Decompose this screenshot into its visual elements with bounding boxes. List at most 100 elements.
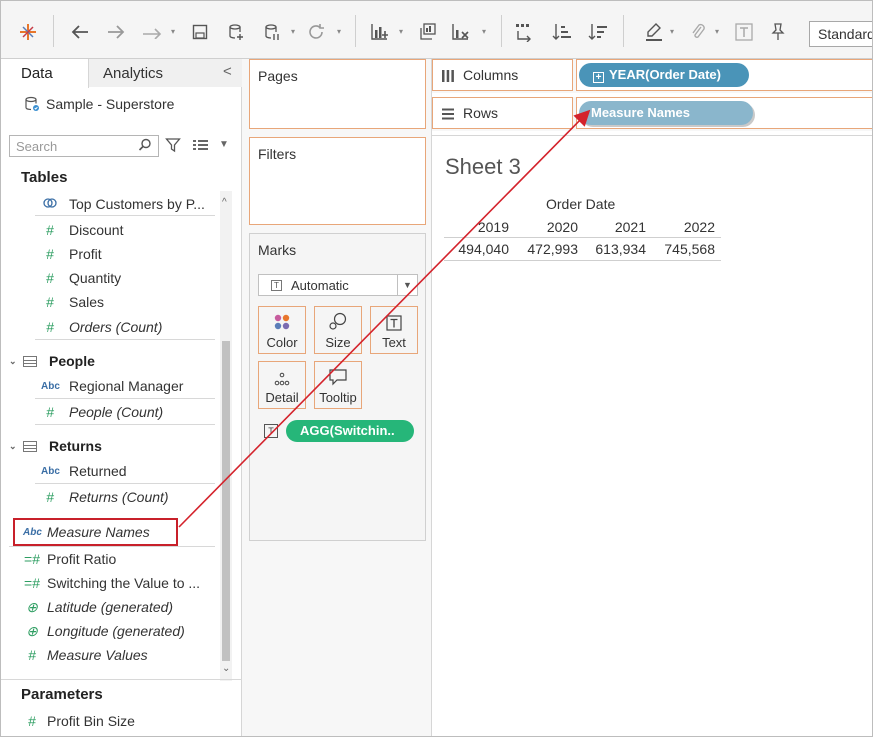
field-quantity[interactable]: # Quantity <box>41 267 121 289</box>
field-regional-manager[interactable]: Abc Regional Manager <box>41 375 183 397</box>
pause-caret-icon[interactable]: ▾ <box>291 27 295 36</box>
field-switching-value[interactable]: =# Switching the Value to ... <box>23 572 200 594</box>
redo-caret-icon[interactable]: ▾ <box>171 27 175 36</box>
chevron-down-icon[interactable]: ⌄ <box>9 356 23 367</box>
globe-icon: ⊕ <box>26 622 38 639</box>
new-datasource-icon[interactable] <box>223 19 249 45</box>
field-longitude[interactable]: ⊕ Longitude (generated) <box>23 620 185 642</box>
field-orders-count[interactable]: # Orders (Count) <box>41 316 162 338</box>
back-icon[interactable] <box>67 19 93 45</box>
measure-icon: # <box>46 270 54 286</box>
collapse-pane-button[interactable]: < <box>223 63 232 80</box>
color-icon <box>259 307 305 331</box>
agg-switching-pill[interactable]: AGG(Switchin.. <box>286 420 414 442</box>
marks-text-button[interactable]: Text <box>370 306 418 354</box>
highlight-caret-icon[interactable]: ▾ <box>670 27 674 36</box>
value-cell-2022[interactable]: 745,568 <box>645 241 715 257</box>
field-profit-ratio[interactable]: =# Profit Ratio <box>23 548 116 570</box>
sort-ascending-icon[interactable] <box>549 19 575 45</box>
text-icon[interactable] <box>731 19 757 45</box>
field-returned[interactable]: Abc Returned <box>41 460 127 482</box>
field-measure-values[interactable]: # Measure Values <box>23 644 148 666</box>
view-caret-icon[interactable]: ▼ <box>219 139 229 150</box>
field-people-count[interactable]: # People (Count) <box>41 401 163 423</box>
plus-icon[interactable]: + <box>593 72 604 83</box>
data-pane: Data Analytics < Sample - Superstore Sea… <box>1 59 242 736</box>
scrollbar-thumb[interactable] <box>222 341 230 661</box>
tab-analytics[interactable]: Analytics <box>89 59 242 87</box>
rows-drop-zone[interactable]: Measure Names <box>576 97 872 129</box>
cards-pane: Pages Filters Marks T Automatic ▼ Color <box>242 59 432 736</box>
marks-detail-button[interactable]: Detail <box>258 361 306 409</box>
year-header-2021[interactable]: 2021 <box>576 219 646 235</box>
value-cell-2019[interactable]: 494,040 <box>439 241 509 257</box>
measure-icon: # <box>28 647 36 663</box>
table-returns[interactable]: ⌄ Returns <box>9 438 102 454</box>
redo-icon[interactable] <box>139 19 167 45</box>
year-header-2022[interactable]: 2022 <box>645 219 715 235</box>
scroll-down-icon[interactable]: ⌄ <box>222 663 230 674</box>
pin-icon[interactable] <box>765 19 791 45</box>
sheet-title[interactable]: Sheet 3 <box>445 154 521 180</box>
swap-icon[interactable] <box>511 19 537 45</box>
pages-title: Pages <box>258 68 298 84</box>
refresh-icon[interactable] <box>303 19 329 45</box>
tableau-logo-icon[interactable] <box>15 19 41 45</box>
value-cell-2020[interactable]: 472,993 <box>508 241 578 257</box>
clear-caret-icon[interactable]: ▾ <box>482 27 486 36</box>
mark-type-dropdown[interactable]: T Automatic ▼ <box>258 274 418 296</box>
new-sheet-caret-icon[interactable]: ▾ <box>399 27 403 36</box>
sort-descending-icon[interactable] <box>585 19 611 45</box>
tab-data[interactable]: Data <box>1 59 89 88</box>
order-date-header[interactable]: Order Date <box>546 196 615 212</box>
search-input[interactable]: Search <box>9 135 159 157</box>
duplicate-sheet-icon[interactable] <box>414 19 440 45</box>
columns-drop-zone[interactable]: + YEAR(Order Date) <box>576 59 872 91</box>
columns-shelf: Columns + YEAR(Order Date) <box>432 59 872 93</box>
marks-tooltip-button[interactable]: Tooltip <box>314 361 362 409</box>
param-profit-bin-size[interactable]: # Profit Bin Size <box>23 710 135 732</box>
field-top-customers[interactable]: Top Customers by P... <box>41 193 205 215</box>
table-people[interactable]: ⌄ People <box>9 353 95 369</box>
field-returns-count[interactable]: # Returns (Count) <box>41 486 169 508</box>
value-cell-2021[interactable]: 613,934 <box>576 241 646 257</box>
filters-title: Filters <box>258 146 297 162</box>
filter-icon[interactable] <box>165 137 181 153</box>
parameter-icon: # <box>28 713 36 729</box>
new-sheet-icon[interactable] <box>367 19 393 45</box>
save-icon[interactable] <box>187 19 213 45</box>
attach-caret-icon[interactable]: ▾ <box>715 27 719 36</box>
field-discount[interactable]: # Discount <box>41 219 123 241</box>
marks-color-button[interactable]: Color <box>258 306 306 354</box>
year-header-2019[interactable]: 2019 <box>439 219 509 235</box>
pages-card[interactable]: Pages <box>249 59 426 129</box>
scroll-up-icon[interactable]: ^ <box>222 197 227 208</box>
highlight-icon[interactable] <box>641 19 667 45</box>
field-profit[interactable]: # Profit <box>41 243 102 265</box>
columns-icon <box>442 70 454 82</box>
datasource-name: Sample - Superstore <box>46 96 175 112</box>
search-icon[interactable] <box>138 138 152 152</box>
forward-icon[interactable] <box>103 19 129 45</box>
measure-icon: # <box>46 246 54 262</box>
view-list-icon[interactable] <box>193 139 209 154</box>
measure-names-pill[interactable]: Measure Names <box>579 101 753 125</box>
year-header-2020[interactable]: 2020 <box>508 219 578 235</box>
pane-tabs: Data Analytics < <box>1 59 242 88</box>
field-latitude[interactable]: ⊕ Latitude (generated) <box>23 596 173 618</box>
sheet-view[interactable]: Sheet 3 Order Date 2019 2020 2021 2022 4… <box>432 135 872 736</box>
clear-sheet-icon[interactable] <box>448 19 474 45</box>
field-sales[interactable]: # Sales <box>41 291 104 313</box>
refresh-caret-icon[interactable]: ▾ <box>337 27 341 36</box>
fit-dropdown[interactable]: Standard <box>809 21 872 47</box>
filters-card[interactable]: Filters <box>249 137 426 225</box>
attach-icon[interactable] <box>685 19 711 45</box>
chevron-down-icon[interactable]: ▼ <box>397 275 417 295</box>
dimension-string-icon: Abc <box>41 465 60 477</box>
year-order-date-pill[interactable]: + YEAR(Order Date) <box>579 63 749 87</box>
pause-updates-icon[interactable] <box>259 19 285 45</box>
chevron-down-icon[interactable]: ⌄ <box>9 441 23 452</box>
table-icon <box>23 440 37 452</box>
datasource-item[interactable]: Sample - Superstore <box>24 96 174 112</box>
marks-size-button[interactable]: Size <box>314 306 362 354</box>
